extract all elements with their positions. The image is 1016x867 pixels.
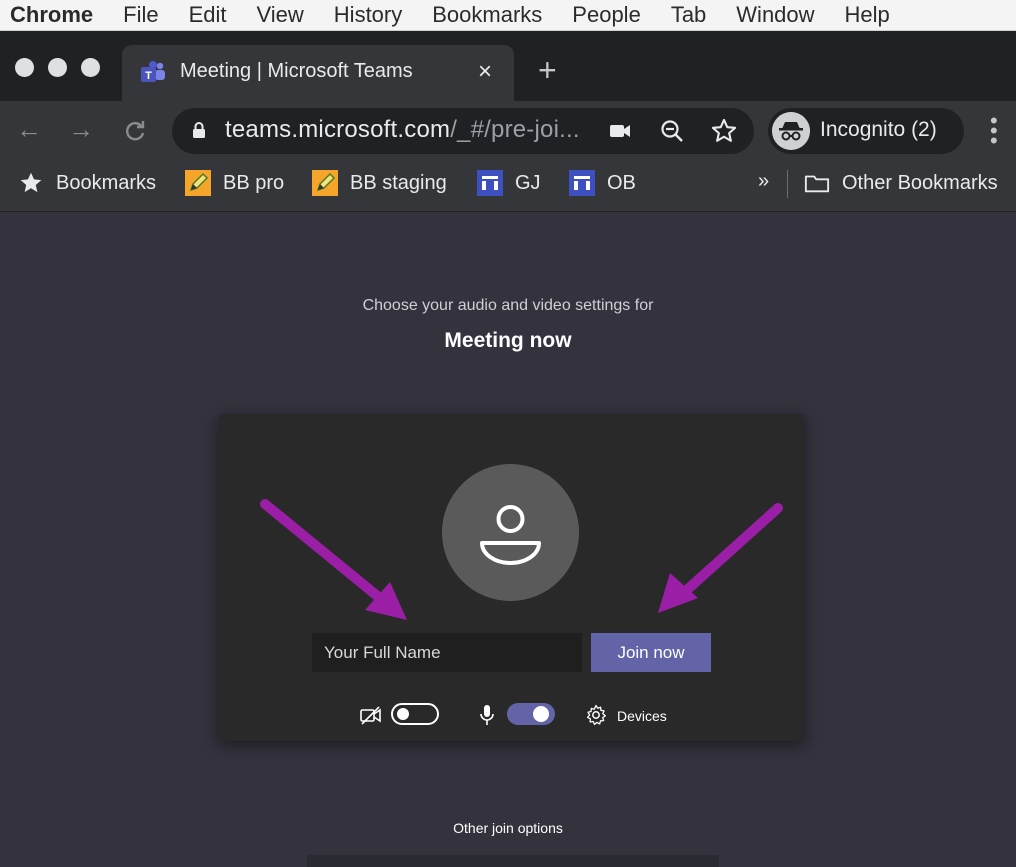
window-minimize-button[interactable] — [48, 58, 67, 77]
bookmark-bookmarks[interactable]: Bookmarks — [18, 170, 156, 196]
pencil-icon — [185, 170, 211, 196]
folder-icon — [804, 175, 830, 193]
person-avatar-icon — [442, 464, 579, 601]
menu-bookmarks[interactable]: Bookmarks — [432, 2, 542, 28]
bookmark-label: GJ — [515, 171, 541, 194]
window-close-button[interactable] — [15, 58, 34, 77]
tab-title: Meeting | Microsoft Teams — [180, 60, 413, 82]
back-arrow-icon[interactable]: ← — [16, 114, 42, 145]
bookmark-ob[interactable]: OB — [569, 170, 636, 196]
other-join-options-panel — [307, 855, 719, 867]
menu-history[interactable]: History — [334, 2, 402, 28]
menu-people[interactable]: People — [572, 2, 641, 28]
mac-menu-bar: Chrome File Edit View History Bookmarks … — [0, 0, 1016, 31]
camera-blocked-icon[interactable] — [608, 121, 632, 141]
bookmark-label: Bookmarks — [56, 171, 157, 194]
menu-help[interactable]: Help — [845, 2, 890, 28]
microphone-icon[interactable] — [478, 704, 496, 726]
window-zoom-button[interactable] — [81, 58, 100, 77]
lock-icon[interactable] — [192, 122, 206, 138]
microphone-toggle-knob — [533, 706, 549, 722]
gear-icon[interactable] — [585, 704, 607, 726]
devices-button[interactable]: Devices — [617, 708, 667, 724]
teams-logo-icon: T — [141, 61, 165, 82]
menu-app-chrome[interactable]: Chrome — [10, 2, 93, 28]
forward-arrow-icon[interactable]: → — [68, 114, 94, 145]
join-now-button[interactable]: Join now — [591, 633, 711, 672]
url-host: teams.microsoft.com — [225, 116, 451, 143]
bookmark-other-bookmarks[interactable]: Other Bookmarks — [804, 170, 998, 196]
new-tab-button[interactable]: + — [538, 54, 557, 86]
chrome-menu-icon[interactable]: • • • — [990, 110, 998, 152]
incognito-label: Incognito (2) — [820, 118, 937, 141]
annotation-arrow-icon — [260, 499, 407, 620]
bookmarks-overflow-button[interactable]: » — [758, 170, 769, 193]
bookmark-label: OB — [607, 171, 636, 194]
menu-tab[interactable]: Tab — [671, 2, 706, 28]
svg-text:T: T — [145, 70, 152, 82]
menu-edit[interactable]: Edit — [189, 2, 227, 28]
meeting-title: Meeting now — [444, 329, 572, 352]
star-bookmark-icon[interactable] — [710, 117, 738, 145]
reload-icon[interactable] — [122, 118, 148, 144]
bookmark-label: Other Bookmarks — [842, 171, 998, 194]
bookmark-gj[interactable]: GJ — [477, 170, 541, 196]
menu-view[interactable]: View — [257, 2, 304, 28]
bookmark-bb-staging[interactable]: BB staging — [312, 170, 447, 196]
board-icon — [477, 170, 503, 196]
star-icon — [20, 172, 42, 193]
settings-subtitle: Choose your audio and video settings for — [362, 297, 654, 314]
annotation-arrow-icon — [658, 503, 783, 613]
bookmark-label: BB staging — [350, 171, 447, 194]
bookmark-bb-pro[interactable]: BB pro — [185, 170, 284, 196]
bookmark-label: BB pro — [223, 171, 285, 194]
camera-toggle-knob — [397, 708, 409, 720]
zoom-icon[interactable] — [659, 118, 685, 144]
incognito-icon — [772, 112, 810, 150]
full-name-input[interactable] — [312, 633, 582, 672]
camera-off-icon[interactable] — [359, 705, 383, 725]
bookmarks-divider — [787, 170, 788, 198]
menu-file[interactable]: File — [123, 2, 158, 28]
url-text[interactable]: teams.microsoft.com/_#/pre-joi... — [225, 116, 580, 144]
menu-window[interactable]: Window — [736, 2, 814, 28]
url-path: /_#/pre-joi... — [450, 116, 580, 143]
board-icon — [569, 170, 595, 196]
other-join-options-heading: Other join options — [453, 820, 563, 836]
tab-close-icon[interactable]: × — [478, 58, 492, 86]
pencil-icon — [312, 170, 338, 196]
